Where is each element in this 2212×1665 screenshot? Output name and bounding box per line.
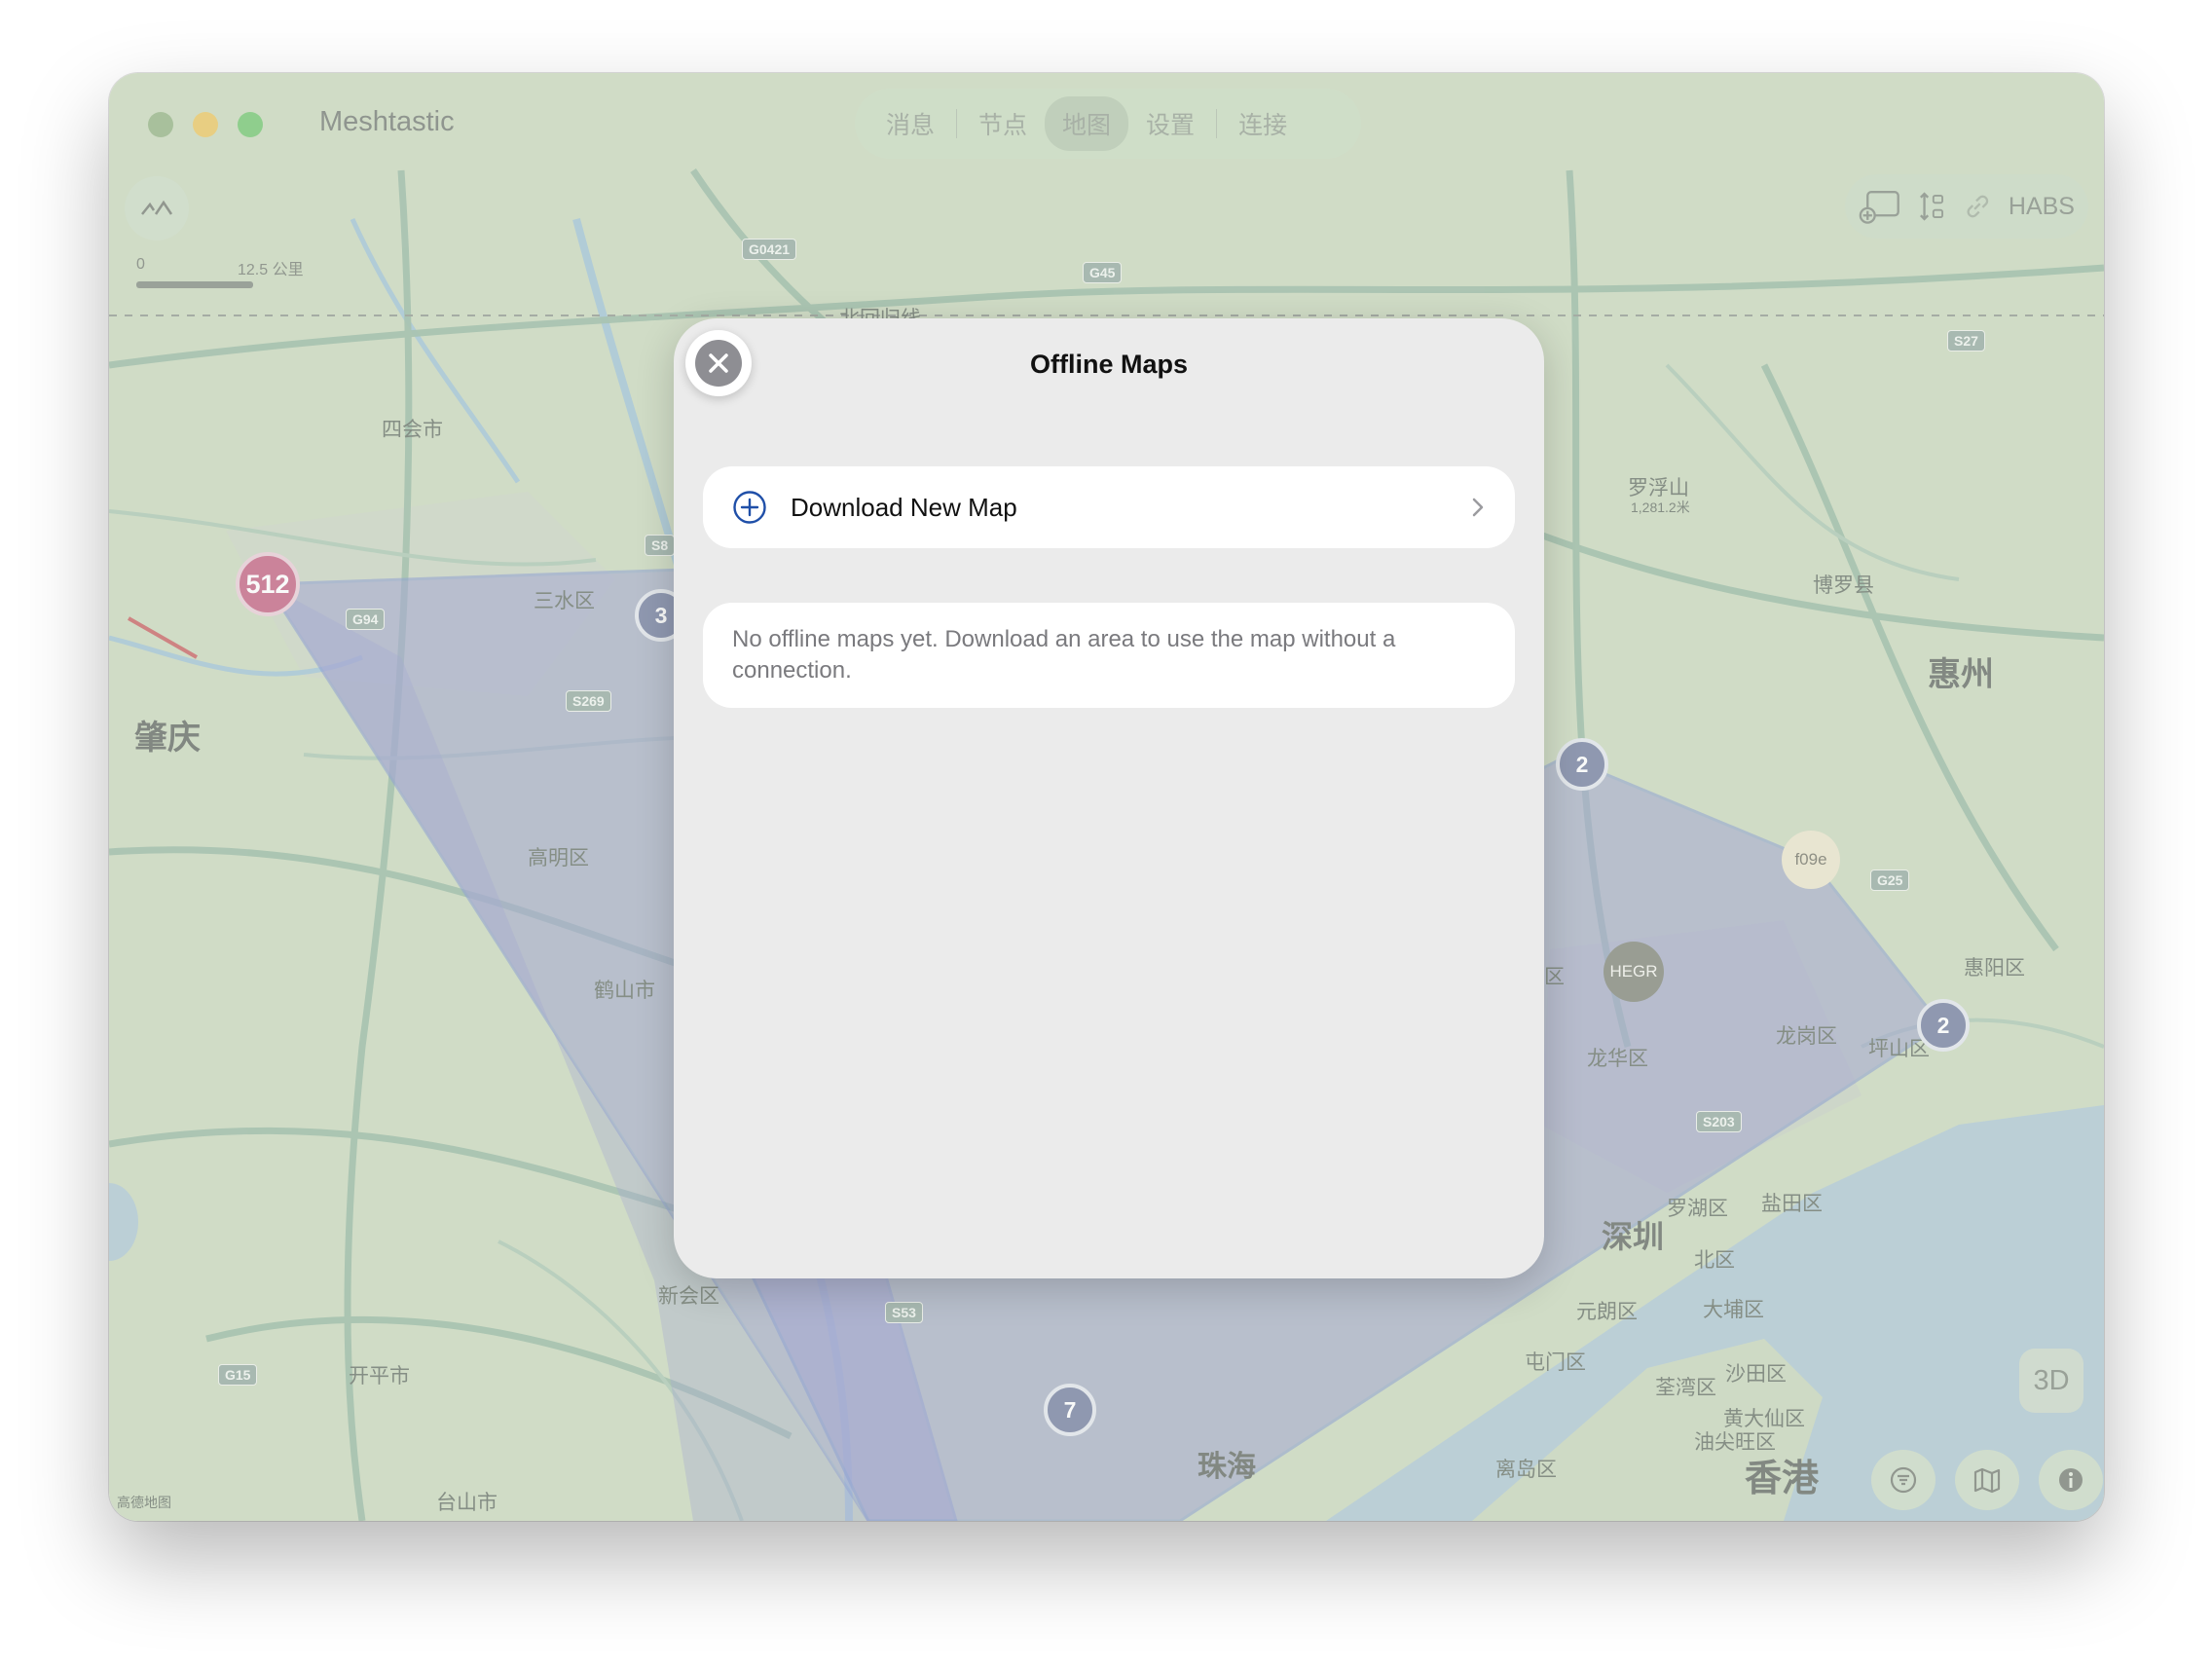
sheet-title: Offline Maps [1029,350,1188,379]
download-new-map-label: Download New Map [791,492,1017,522]
chevron-right-icon [1472,498,1484,517]
app-window: 四会市 三水区 肇庆 高明区 鹤山市 新会区 开平市 台山市 珠海 罗浮山 1,… [109,73,2104,1521]
plus-circle-icon [733,491,766,524]
download-new-map-row[interactable]: Download New Map [703,466,1515,548]
offline-maps-sheet: Offline Maps Download New Map No offline… [674,318,1544,1278]
empty-state-message: No offline maps yet. Download an area to… [703,603,1515,708]
